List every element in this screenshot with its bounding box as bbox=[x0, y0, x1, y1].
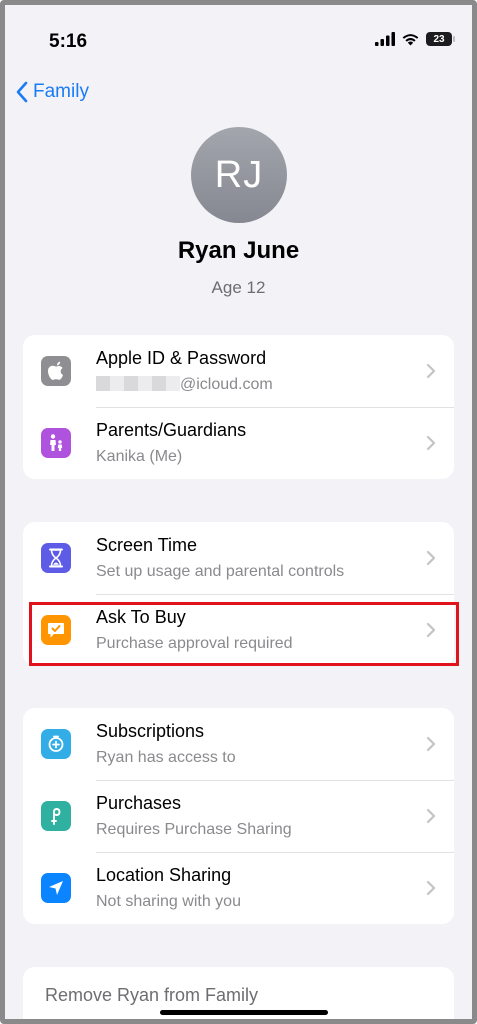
purchases-icon bbox=[41, 801, 71, 831]
screen-time-row[interactable]: Screen Time Set up usage and parental co… bbox=[23, 522, 454, 594]
chevron-right-icon bbox=[426, 435, 436, 451]
profile-name: Ryan June bbox=[177, 237, 300, 264]
screen: 5:16 23 Family RJ Ryan June Age 12 Apple… bbox=[0, 0, 477, 1024]
location-sharing-subtitle: Not sharing with you bbox=[96, 893, 241, 910]
screen-time-title: Screen Time bbox=[96, 535, 198, 555]
ask-to-buy-row[interactable]: Ask To Buy Purchase approval required bbox=[23, 594, 454, 666]
parents-guardians-title: Parents/Guardians bbox=[96, 420, 247, 440]
status-icons: 23 bbox=[375, 32, 455, 46]
chevron-right-icon bbox=[426, 363, 436, 379]
status-time: 5:16 bbox=[49, 31, 88, 52]
controls-group: Screen Time Set up usage and parental co… bbox=[23, 522, 454, 666]
subscriptions-title: Subscriptions bbox=[96, 721, 205, 741]
status-bar: 5:16 23 bbox=[5, 5, 472, 65]
battery-level: 23 bbox=[433, 33, 445, 45]
parents-guardians-row[interactable]: Parents/Guardians Kanika (Me) bbox=[23, 407, 454, 479]
location-sharing-row[interactable]: Location Sharing Not sharing with you bbox=[23, 852, 454, 924]
screen-time-subtitle: Set up usage and parental controls bbox=[96, 563, 345, 580]
avatar: RJ bbox=[191, 127, 287, 223]
wifi-icon bbox=[402, 34, 419, 46]
family-icon bbox=[41, 428, 71, 458]
purchases-row[interactable]: Purchases Requires Purchase Sharing bbox=[23, 780, 454, 852]
chevron-right-icon bbox=[426, 622, 436, 638]
subscriptions-icon bbox=[41, 729, 71, 759]
purchases-subtitle: Requires Purchase Sharing bbox=[96, 821, 292, 838]
subscriptions-subtitle: Ryan has access to bbox=[96, 749, 236, 766]
home-indicator bbox=[160, 1010, 328, 1015]
purchases-title: Purchases bbox=[96, 793, 182, 813]
remove-from-family-button[interactable]: Remove Ryan from Family bbox=[23, 967, 454, 1019]
back-button-label: Family bbox=[33, 81, 89, 102]
chevron-right-icon bbox=[426, 736, 436, 752]
battery-icon: 23 bbox=[426, 32, 455, 46]
location-arrow-icon bbox=[41, 873, 71, 903]
account-group: Apple ID & Password @icloud.com Parents/… bbox=[23, 335, 454, 479]
ask-to-buy-icon bbox=[41, 615, 71, 645]
redacted-email-blur bbox=[96, 376, 180, 391]
apple-id-row[interactable]: Apple ID & Password @icloud.com bbox=[23, 335, 454, 407]
apple-id-subtitle: @icloud.com bbox=[96, 376, 273, 394]
chevron-left-icon bbox=[16, 81, 28, 103]
hourglass-icon bbox=[41, 543, 71, 573]
location-sharing-title: Location Sharing bbox=[96, 865, 232, 885]
apple-logo-icon bbox=[41, 356, 71, 386]
ask-to-buy-subtitle: Purchase approval required bbox=[96, 635, 293, 652]
cellular-signal-icon bbox=[375, 32, 395, 46]
sharing-group: Subscriptions Ryan has access to Purchas… bbox=[23, 708, 454, 924]
remove-from-family-label: Remove Ryan from Family bbox=[45, 985, 259, 1005]
back-button[interactable]: Family bbox=[15, 81, 89, 103]
chevron-right-icon bbox=[426, 880, 436, 896]
parents-guardians-subtitle: Kanika (Me) bbox=[96, 448, 183, 465]
subscriptions-row[interactable]: Subscriptions Ryan has access to bbox=[23, 708, 454, 780]
avatar-initials: RJ bbox=[214, 153, 264, 196]
apple-id-title: Apple ID & Password bbox=[96, 348, 267, 368]
ask-to-buy-title: Ask To Buy bbox=[96, 607, 186, 627]
chevron-right-icon bbox=[426, 550, 436, 566]
chevron-right-icon bbox=[426, 808, 436, 824]
profile-age: Age 12 bbox=[211, 278, 266, 297]
